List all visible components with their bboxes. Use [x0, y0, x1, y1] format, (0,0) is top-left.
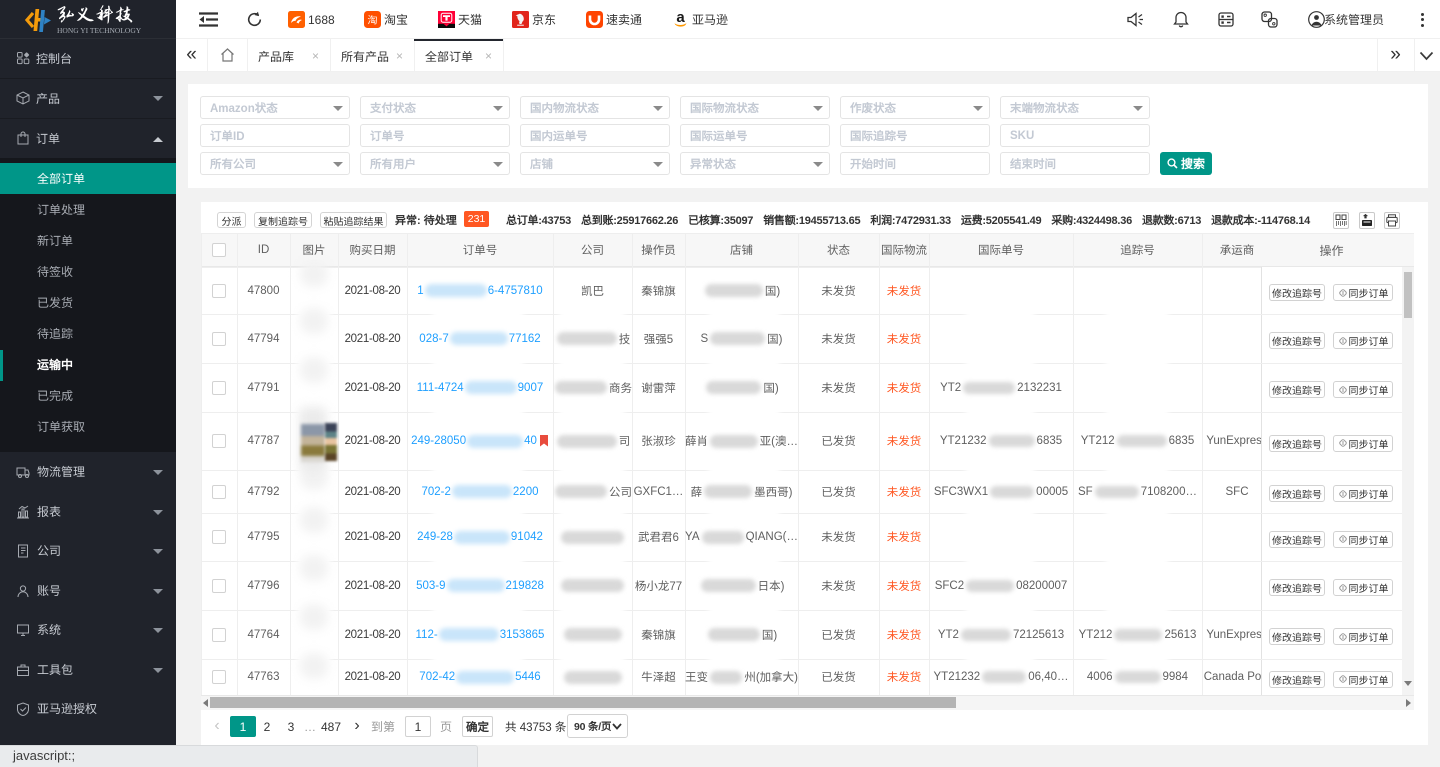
- svg-text:a: a: [676, 10, 685, 26]
- svg-text:淘: 淘: [368, 12, 378, 27]
